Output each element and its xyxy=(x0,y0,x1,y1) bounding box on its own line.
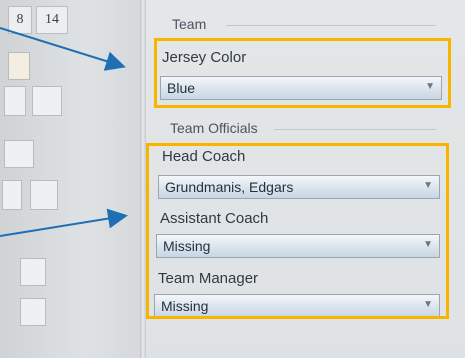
team-officials-group-line xyxy=(274,129,436,130)
number-cell-14[interactable]: 14 xyxy=(36,6,68,34)
checkbox-6[interactable] xyxy=(30,180,58,210)
jersey-color-highlight xyxy=(154,38,451,108)
checkbox-1[interactable] xyxy=(8,52,30,80)
left-panel: 8 14 xyxy=(0,0,140,358)
team-group-title: Team xyxy=(172,16,207,32)
checkbox-8[interactable] xyxy=(20,298,46,326)
checkbox-7[interactable] xyxy=(20,258,46,286)
checkbox-5[interactable] xyxy=(2,180,22,210)
checkbox-3[interactable] xyxy=(32,86,62,116)
team-officials-group-title: Team Officials xyxy=(170,120,258,136)
checkbox-4[interactable] xyxy=(4,140,34,168)
team-officials-highlight xyxy=(146,143,449,319)
team-group-line xyxy=(226,25,436,26)
checkbox-2[interactable] xyxy=(4,86,26,116)
number-cell-8[interactable]: 8 xyxy=(8,6,32,34)
